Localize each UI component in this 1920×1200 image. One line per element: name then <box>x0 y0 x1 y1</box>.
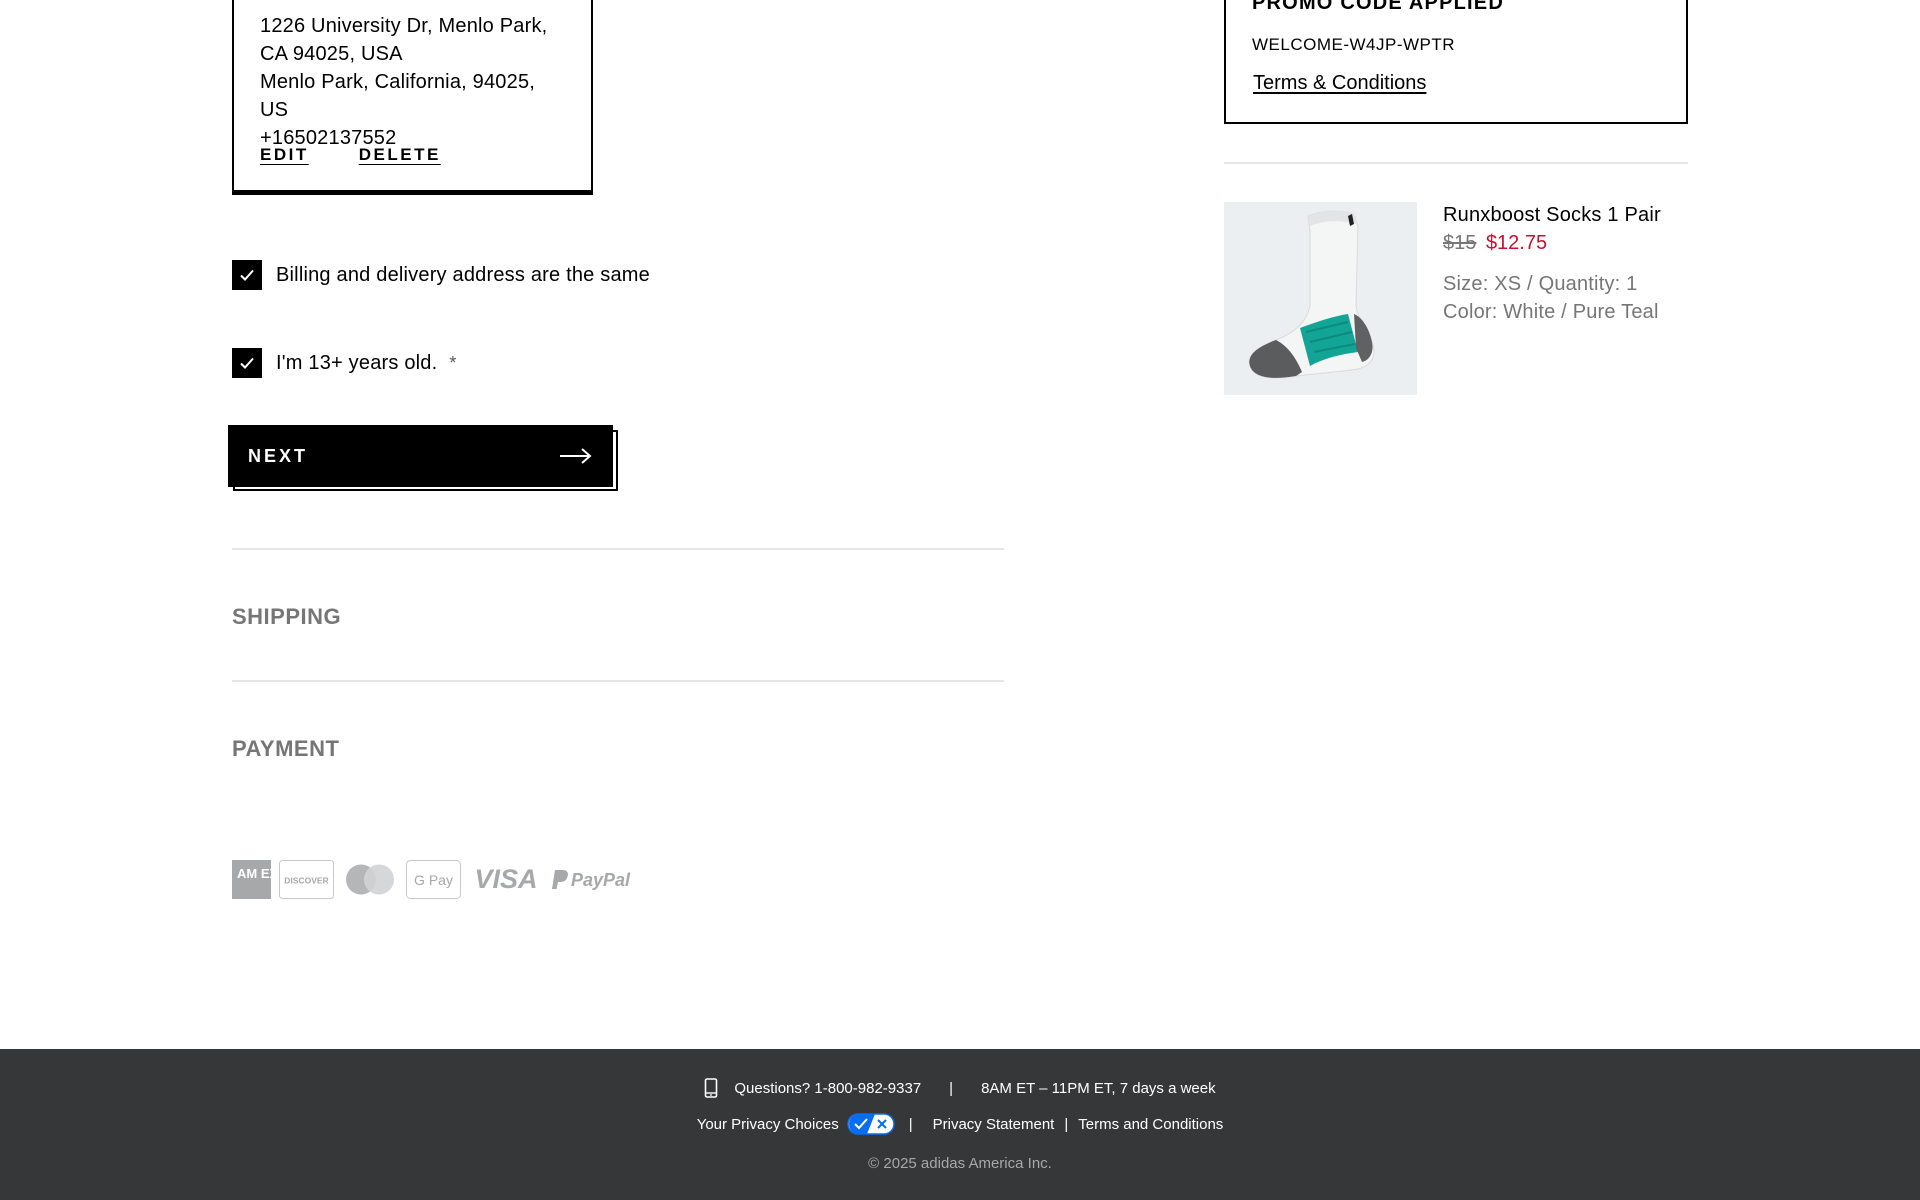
footer-separator: | <box>949 1079 954 1097</box>
privacy-choices-toggle-icon[interactable] <box>846 1113 895 1135</box>
section-divider <box>232 548 1004 550</box>
visa-logo-text: VISA <box>474 864 537 894</box>
sale-price: $12.75 <box>1485 232 1548 254</box>
edit-address-link[interactable]: EDIT <box>260 145 309 165</box>
summary-divider <box>1224 162 1688 164</box>
shipping-section-header[interactable]: SHIPPING <box>232 604 341 630</box>
phone-icon <box>704 1078 718 1098</box>
promo-code-value: WELCOME-W4JP-WPTR <box>1252 35 1456 54</box>
sock-image-icon <box>1248 210 1375 379</box>
footer-separator: | <box>908 1115 913 1133</box>
checkmark-icon <box>240 357 254 369</box>
paypal-logo-icon: PayPal <box>551 860 635 899</box>
mastercard-logo-icon <box>342 860 398 899</box>
promo-terms-link[interactable]: Terms & Conditions <box>1253 72 1426 95</box>
product-name[interactable]: Runxboost Socks 1 Pair <box>1443 204 1661 227</box>
address-actions: EDIT DELETE <box>260 145 441 165</box>
billing-address-card: 1226 University Dr, Menlo Park, CA 94025… <box>232 0 593 195</box>
product-color: Color: White / Pure Teal <box>1443 301 1659 323</box>
questions-phone[interactable]: Questions? 1-800-982-9337 <box>734 1080 921 1097</box>
payment-methods: AM EX DISCOVER G Pay VISA PayPal <box>232 860 635 899</box>
same-address-label: Billing and delivery address are the sam… <box>276 263 650 286</box>
next-button-wrapper: NEXT <box>228 425 618 491</box>
required-mark: * <box>449 352 457 373</box>
same-address-checkbox-row: Billing and delivery address are the sam… <box>232 260 650 290</box>
privacy-statement-link[interactable]: Privacy Statement <box>933 1116 1055 1133</box>
section-divider <box>232 680 1004 682</box>
address-line: 1226 University Dr, Menlo Park, <box>260 15 548 37</box>
footer: Questions? 1-800-982-9337 | 8AM ET – 11P… <box>0 1049 1920 1200</box>
support-hours: 8AM ET – 11PM ET, 7 days a week <box>981 1079 1216 1097</box>
amex-logo-icon: AM EX <box>232 860 271 899</box>
footer-links-row: Your Privacy Choices | Privacy Statement… <box>0 1113 1920 1135</box>
age-confirm-label: I'm 13+ years old. <box>276 351 438 374</box>
footer-separator: | <box>1064 1115 1069 1133</box>
original-price: $15 <box>1443 232 1477 254</box>
footer-contact-row: Questions? 1-800-982-9337 | 8AM ET – 11P… <box>0 1078 1920 1098</box>
delete-address-link[interactable]: DELETE <box>359 145 441 165</box>
checkmark-icon <box>240 269 254 281</box>
same-address-checkbox[interactable] <box>232 260 262 290</box>
address-line: Menlo Park, California, 94025, US <box>260 71 536 121</box>
product-size-quantity: Size: XS / Quantity: 1 <box>1443 273 1638 295</box>
age-confirm-checkbox[interactable] <box>232 348 262 378</box>
gpay-logo-text: G Pay <box>414 872 453 888</box>
privacy-choices-link[interactable]: Your Privacy Choices <box>697 1116 839 1133</box>
discover-logo-icon: DISCOVER <box>279 860 334 899</box>
terms-conditions-link[interactable]: Terms and Conditions <box>1078 1116 1223 1133</box>
product-price: $15 $12.75 <box>1443 232 1547 255</box>
arrow-right-icon <box>559 447 593 465</box>
promo-heading: PROMO CODE APPLIED <box>1252 0 1504 14</box>
promo-code-card: PROMO CODE APPLIED WELCOME-W4JP-WPTR Ter… <box>1224 0 1688 124</box>
google-pay-logo-icon: G Pay <box>406 860 461 899</box>
age-checkbox-row: I'm 13+ years old. * <box>232 348 456 378</box>
discover-logo-text: DISCOVER <box>284 876 328 886</box>
copyright: © 2025 adidas America Inc. <box>868 1155 1052 1172</box>
product-image[interactable] <box>1224 202 1417 395</box>
next-button[interactable]: NEXT <box>228 425 613 487</box>
payment-section-header[interactable]: PAYMENT <box>232 736 339 762</box>
visa-logo-icon: VISA <box>469 860 543 899</box>
amex-logo-text: AM EX <box>237 866 271 881</box>
paypal-logo-text: PayPal <box>571 870 631 890</box>
address-line: CA 94025, USA <box>260 43 403 65</box>
next-button-label: NEXT <box>248 445 309 466</box>
